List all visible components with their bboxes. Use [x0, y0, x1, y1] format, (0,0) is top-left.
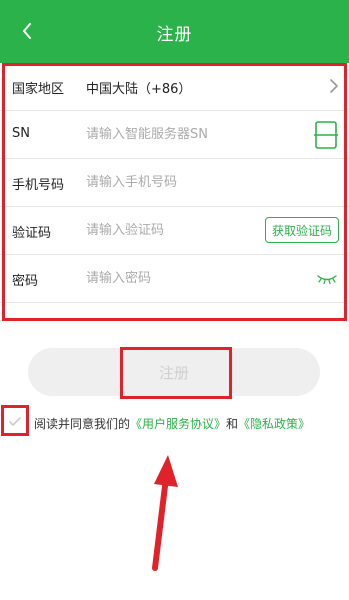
code-label: 验证码 — [12, 226, 52, 241]
region-label: 国家地区 — [12, 82, 65, 97]
phone-input[interactable] — [86, 169, 301, 195]
agreement-prefix: 阅读并同意我们的 — [34, 417, 131, 431]
sn-label: SN — [12, 126, 30, 141]
sn-input[interactable] — [86, 121, 301, 147]
top-bar: 注册 — [0, 0, 349, 63]
sn-row: SN — [0, 111, 349, 159]
scan-icon[interactable] — [313, 120, 339, 150]
chevron-right-icon[interactable] — [329, 78, 339, 94]
code-input[interactable] — [86, 217, 246, 243]
check-icon — [9, 417, 21, 426]
agreement-text: 阅读并同意我们的《用户服务协议》和《隐私政策》 — [34, 415, 310, 432]
page-title: 注册 — [156, 25, 193, 45]
code-row: 验证码 获取验证码 — [0, 207, 349, 255]
password-label: 密码 — [12, 274, 39, 289]
region-row[interactable]: 国家地区 中国大陆（+86） — [0, 63, 349, 111]
phone-label: 手机号码 — [12, 178, 65, 193]
registration-form: 国家地区 中国大陆（+86） SN 手机号码 验证码 获取验证码 密码 — [0, 63, 349, 323]
agreement-and: 和 — [226, 417, 239, 431]
password-input[interactable] — [86, 265, 301, 291]
get-code-button[interactable]: 获取验证码 — [264, 217, 339, 243]
password-row: 密码 — [0, 255, 349, 303]
agreement-row: 阅读并同意我们的《用户服务协议》和《隐私政策》 — [0, 408, 349, 438]
privacy-link[interactable]: 《隐私政策》 — [238, 417, 310, 431]
register-button[interactable]: 注册 — [28, 348, 320, 396]
terms-link[interactable]: 《用户服务协议》 — [130, 417, 226, 431]
agreement-checkbox[interactable] — [7, 414, 23, 430]
eye-closed-icon[interactable] — [317, 274, 337, 284]
phone-row: 手机号码 — [0, 159, 349, 207]
region-value: 中国大陆（+86） — [86, 82, 192, 97]
